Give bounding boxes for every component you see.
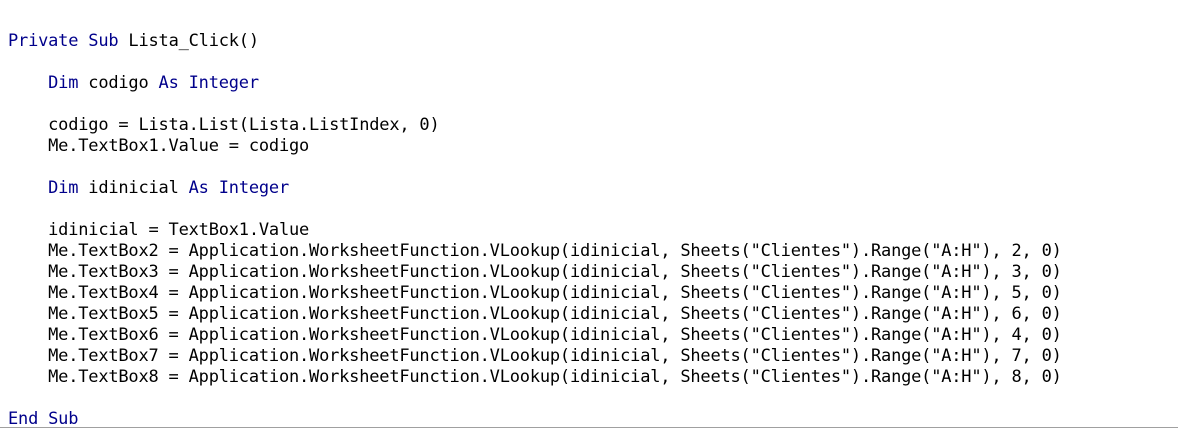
code-keyword: End Sub xyxy=(8,409,79,429)
code-text: Me.TextBox5 = Application.WorksheetFunct… xyxy=(8,304,1062,324)
code-line[interactable]: Dim idinicial As Integer xyxy=(8,178,1062,199)
code-text: Me.TextBox8 = Application.WorksheetFunct… xyxy=(8,367,1062,387)
code-line[interactable]: Me.TextBox7 = Application.WorksheetFunct… xyxy=(8,346,1062,367)
code-line[interactable]: Me.TextBox3 = Application.WorksheetFunct… xyxy=(8,262,1062,283)
code-line[interactable]: codigo = Lista.List(Lista.ListIndex, 0) xyxy=(8,115,1062,136)
code-line[interactable]: Me.TextBox2 = Application.WorksheetFunct… xyxy=(8,241,1062,262)
code-keyword: Dim xyxy=(48,73,79,93)
code-text: Me.TextBox4 = Application.WorksheetFunct… xyxy=(8,283,1062,303)
code-line[interactable]: idinicial = TextBox1.Value xyxy=(8,220,1062,241)
code-text: Me.TextBox6 = Application.WorksheetFunct… xyxy=(8,325,1062,345)
code-line[interactable]: End Sub xyxy=(8,409,1062,429)
code-keyword: Private Sub xyxy=(8,31,119,51)
code-line[interactable] xyxy=(8,94,1062,115)
code-text: Me.TextBox3 = Application.WorksheetFunct… xyxy=(8,262,1062,282)
code-text: Lista_Click() xyxy=(118,31,259,51)
code-line[interactable] xyxy=(8,157,1062,178)
code-line[interactable]: Private Sub Lista_Click() xyxy=(8,31,1062,52)
code-line[interactable]: Me.TextBox5 = Application.WorksheetFunct… xyxy=(8,304,1062,325)
code-area[interactable]: Private Sub Lista_Click() Dim codigo As … xyxy=(8,31,1062,429)
code-text: Me.TextBox1.Value = codigo xyxy=(8,136,310,156)
code-line[interactable] xyxy=(8,52,1062,73)
code-line[interactable]: Me.TextBox8 = Application.WorksheetFunct… xyxy=(8,367,1062,388)
code-line[interactable] xyxy=(8,199,1062,220)
code-text: Me.TextBox2 = Application.WorksheetFunct… xyxy=(8,241,1062,261)
code-editor[interactable]: Private Sub Lista_Click() Dim codigo As … xyxy=(0,0,1178,429)
code-text: idinicial xyxy=(78,178,189,198)
code-text: codigo = Lista.List(Lista.ListIndex, 0) xyxy=(8,115,440,135)
code-line[interactable] xyxy=(8,388,1062,409)
code-text: idinicial = TextBox1.Value xyxy=(8,220,310,240)
code-text: codigo xyxy=(78,73,159,93)
code-line[interactable]: Me.TextBox1.Value = codigo xyxy=(8,136,1062,157)
code-text: Me.TextBox7 = Application.WorksheetFunct… xyxy=(8,346,1062,366)
code-keyword: Dim xyxy=(48,178,79,198)
code-keyword: As Integer xyxy=(158,73,260,93)
code-line[interactable]: Me.TextBox4 = Application.WorksheetFunct… xyxy=(8,283,1062,304)
code-line[interactable]: Me.TextBox6 = Application.WorksheetFunct… xyxy=(8,325,1062,346)
code-line[interactable]: Dim codigo As Integer xyxy=(8,73,1062,94)
editor-bottom-border xyxy=(0,427,1178,428)
code-keyword: As Integer xyxy=(188,178,290,198)
